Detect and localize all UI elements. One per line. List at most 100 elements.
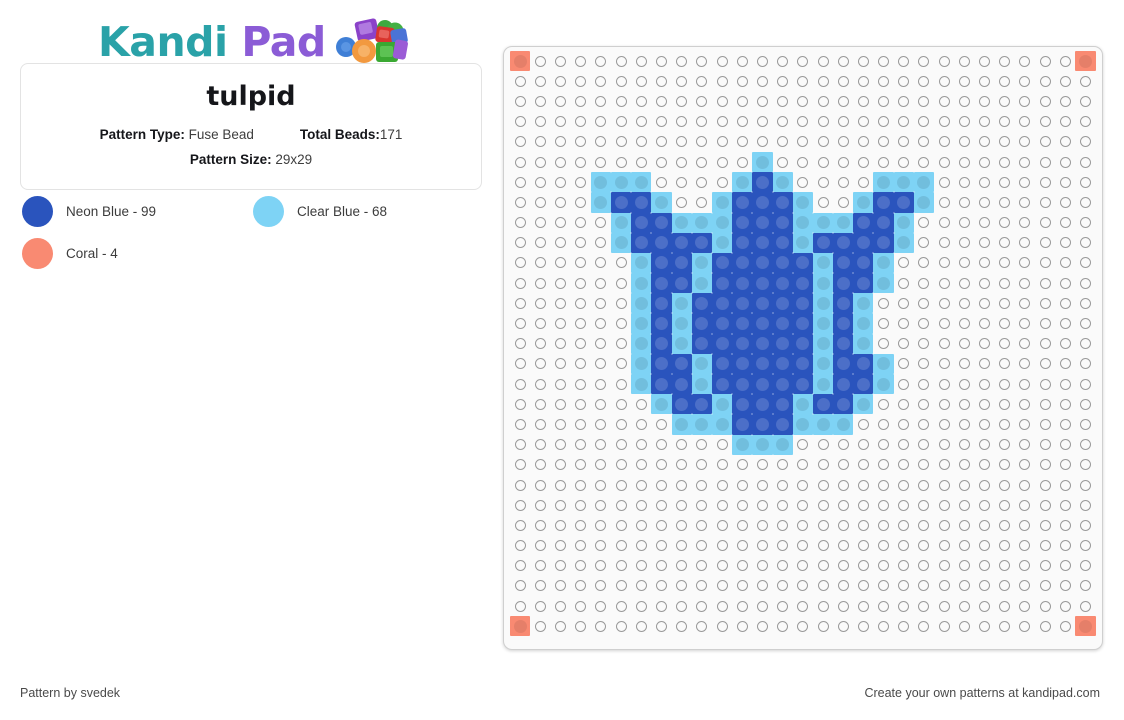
bead-cell-empty[interactable]: [873, 394, 893, 414]
bead-cell-empty[interactable]: [934, 253, 954, 273]
bead-cell-filled[interactable]: [752, 172, 773, 193]
bead-cell-empty[interactable]: [1035, 253, 1055, 273]
bead-cell-filled[interactable]: [651, 313, 672, 334]
bead-cell-empty[interactable]: [1015, 515, 1035, 535]
bead-cell-filled[interactable]: [792, 252, 813, 274]
bead-cell-empty[interactable]: [1015, 112, 1035, 132]
legend-item[interactable]: Coral - 4: [20, 232, 251, 274]
bead-cell-empty[interactable]: [995, 616, 1015, 636]
bead-cell-empty[interactable]: [611, 515, 631, 535]
bead-cell-empty[interactable]: [873, 293, 893, 313]
bead-cell-empty[interactable]: [752, 515, 772, 535]
bead-cell-empty[interactable]: [914, 132, 934, 152]
bead-cell-empty[interactable]: [692, 172, 712, 192]
bead-cell-empty[interactable]: [954, 475, 974, 495]
bead-cell-empty[interactable]: [672, 576, 692, 596]
bead-cell-empty[interactable]: [1075, 495, 1095, 515]
bead-cell-empty[interactable]: [954, 394, 974, 414]
bead-cell-empty[interactable]: [813, 152, 833, 172]
bead-cell-empty[interactable]: [550, 293, 570, 313]
bead-cell-empty[interactable]: [853, 515, 873, 535]
bead-cell-empty[interactable]: [853, 455, 873, 475]
bead-cell-empty[interactable]: [692, 152, 712, 172]
bead-cell-empty[interactable]: [631, 536, 651, 556]
bead-cell-empty[interactable]: [914, 334, 934, 354]
bead-cell-empty[interactable]: [571, 495, 591, 515]
bead-cell-empty[interactable]: [934, 112, 954, 132]
bead-cell-empty[interactable]: [1035, 152, 1055, 172]
bead-cell-empty[interactable]: [571, 475, 591, 495]
bead-cell-empty[interactable]: [611, 435, 631, 455]
bead-cell-empty[interactable]: [712, 576, 732, 596]
bead-cell-empty[interactable]: [550, 536, 570, 556]
bead-cell-filled[interactable]: [833, 293, 854, 314]
bead-cell-empty[interactable]: [550, 253, 570, 273]
bead-cell-empty[interactable]: [1075, 354, 1095, 374]
bead-cell-empty[interactable]: [974, 515, 994, 535]
bead-cell-empty[interactable]: [530, 515, 550, 535]
bead-cell-filled[interactable]: [833, 374, 854, 395]
bead-cell-empty[interactable]: [611, 414, 631, 434]
bead-cell-empty[interactable]: [1015, 455, 1035, 475]
bead-cell-empty[interactable]: [571, 435, 591, 455]
bead-cell-empty[interactable]: [651, 71, 671, 91]
bead-cell-empty[interactable]: [995, 112, 1015, 132]
bead-cell-empty[interactable]: [934, 354, 954, 374]
bead-cell-empty[interactable]: [853, 172, 873, 192]
bead-cell-empty[interactable]: [550, 334, 570, 354]
bead-cell-empty[interactable]: [672, 495, 692, 515]
bead-cell-filled[interactable]: [812, 374, 834, 395]
bead-cell-empty[interactable]: [813, 71, 833, 91]
bead-cell-empty[interactable]: [813, 91, 833, 111]
bead-cell-empty[interactable]: [894, 576, 914, 596]
bead-cell-empty[interactable]: [793, 71, 813, 91]
bead-cell-empty[interactable]: [914, 293, 934, 313]
bead-cell-empty[interactable]: [591, 576, 611, 596]
bead-cell-empty[interactable]: [1015, 233, 1035, 253]
bead-cell-empty[interactable]: [833, 152, 853, 172]
bead-cell-filled[interactable]: [651, 394, 672, 415]
bead-cell-filled[interactable]: [812, 293, 834, 314]
bead-cell-empty[interactable]: [1035, 273, 1055, 293]
bead-cell-empty[interactable]: [773, 515, 793, 535]
bead-cell-empty[interactable]: [773, 475, 793, 495]
bead-cell-empty[interactable]: [611, 293, 631, 313]
bead-cell-empty[interactable]: [853, 112, 873, 132]
bead-cell-empty[interactable]: [1075, 192, 1095, 212]
bead-cell-empty[interactable]: [651, 414, 671, 434]
bead-cell-filled[interactable]: [651, 232, 672, 253]
bead-cell-empty[interactable]: [752, 91, 772, 111]
bead-cell-filled[interactable]: [711, 333, 733, 354]
bead-cell-empty[interactable]: [550, 435, 570, 455]
bead-cell-empty[interactable]: [550, 51, 570, 71]
bead-cell-filled[interactable]: [631, 192, 652, 213]
bead-cell-empty[interactable]: [571, 213, 591, 233]
bead-cell-filled[interactable]: [893, 192, 914, 213]
bead-cell-empty[interactable]: [712, 536, 732, 556]
bead-cell-empty[interactable]: [631, 91, 651, 111]
bead-cell-filled[interactable]: [711, 273, 733, 294]
bead-cell-empty[interactable]: [773, 91, 793, 111]
bead-cell-empty[interactable]: [833, 536, 853, 556]
bead-cell-empty[interactable]: [591, 91, 611, 111]
bead-cell-empty[interactable]: [611, 354, 631, 374]
bead-cell-empty[interactable]: [873, 596, 893, 616]
bead-cell-empty[interactable]: [1075, 374, 1095, 394]
bead-cell-empty[interactable]: [1055, 273, 1075, 293]
bead-cell-filled[interactable]: [812, 232, 834, 253]
bead-cell-empty[interactable]: [571, 515, 591, 535]
bead-cell-filled[interactable]: [711, 394, 733, 415]
bead-cell-empty[interactable]: [591, 354, 611, 374]
bead-cell-empty[interactable]: [773, 132, 793, 152]
bead-cell-empty[interactable]: [974, 414, 994, 434]
bead-cell-empty[interactable]: [995, 435, 1015, 455]
bead-cell-empty[interactable]: [571, 273, 591, 293]
bead-cell-filled[interactable]: [853, 293, 874, 314]
bead-cell-empty[interactable]: [1035, 374, 1055, 394]
bead-cell-empty[interactable]: [1055, 495, 1075, 515]
bead-cell-empty[interactable]: [793, 596, 813, 616]
bead-cell-empty[interactable]: [550, 596, 570, 616]
bead-cell-empty[interactable]: [651, 435, 671, 455]
bead-cell-empty[interactable]: [510, 455, 530, 475]
bead-cell-empty[interactable]: [530, 334, 550, 354]
